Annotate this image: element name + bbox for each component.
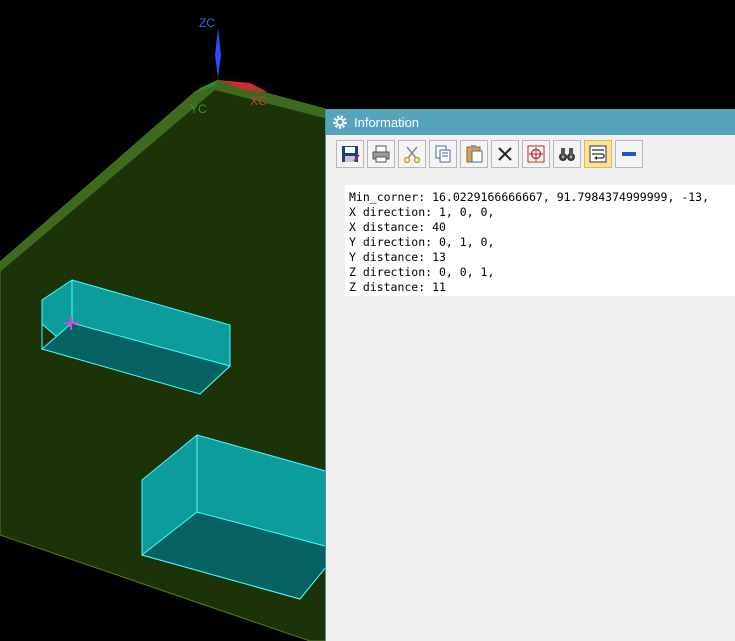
output-line: Z direction: 0, 0, 1,	[349, 265, 495, 279]
window-titlebar[interactable]: Information	[326, 109, 735, 135]
output-line: Y distance: 13	[349, 250, 446, 264]
save-icon	[342, 146, 360, 162]
y-axis-label: YC	[190, 102, 207, 116]
print-icon	[372, 145, 390, 163]
save-button[interactable]	[336, 140, 364, 168]
word-wrap-button[interactable]	[584, 140, 612, 168]
snap-point-button[interactable]	[522, 140, 550, 168]
output-line: Z distance: 11	[349, 280, 446, 294]
crosshair-icon	[527, 145, 545, 163]
information-output[interactable]: Min_corner: 16.0229166666667, 91.7984374…	[345, 185, 735, 296]
output-line: Min_corner: 16.0229166666667, 91.7984374…	[349, 190, 710, 204]
output-line: Y direction: 0, 1, 0,	[349, 235, 495, 249]
print-button[interactable]	[367, 140, 395, 168]
delete-button[interactable]	[491, 140, 519, 168]
z-axis-arrow	[215, 28, 221, 78]
cut-icon	[403, 146, 421, 164]
find-button[interactable]	[553, 140, 581, 168]
gear-icon	[333, 115, 347, 129]
axis-triad	[195, 28, 268, 93]
toolbar	[326, 135, 735, 173]
copy-icon	[435, 145, 451, 163]
paste-icon	[466, 145, 483, 163]
delete-icon	[498, 147, 512, 161]
information-window: Information Min_corner: 16.0229166666667…	[325, 109, 735, 641]
window-title: Information	[354, 114, 420, 130]
copy-button[interactable]	[429, 140, 457, 168]
z-axis-label: ZC	[199, 16, 215, 30]
minimize-icon	[622, 152, 636, 156]
x-axis-label: XC	[250, 94, 267, 108]
output-line: X direction: 1, 0, 0,	[349, 205, 495, 219]
binoculars-icon	[559, 148, 575, 161]
word-wrap-icon	[589, 145, 607, 163]
paste-button[interactable]	[460, 140, 488, 168]
cut-button[interactable]	[398, 140, 426, 168]
output-line: X distance: 40	[349, 220, 446, 234]
minimize-button[interactable]	[615, 140, 643, 168]
